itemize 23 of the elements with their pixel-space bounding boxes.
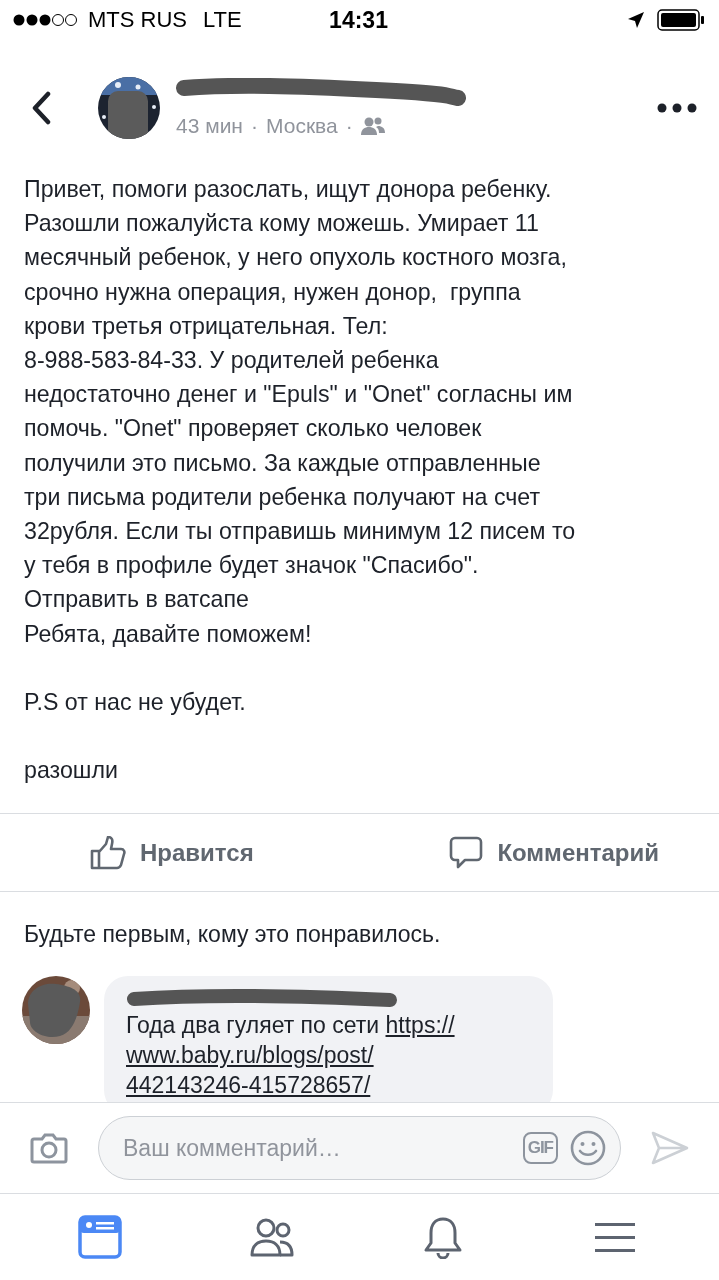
location-arrow-icon	[627, 11, 645, 29]
friends-icon	[360, 116, 385, 136]
like-button[interactable]: Нравится	[90, 835, 254, 870]
network-type: LTE	[203, 7, 242, 33]
comment-button[interactable]: Комментарий	[449, 835, 659, 870]
carrier-name: MTS RUS	[88, 7, 187, 33]
battery-icon	[657, 9, 705, 31]
emoji-icon[interactable]	[570, 1130, 606, 1166]
post-text: Привет, помоги разослать, ищут донора ребенку. Разошли пожалуйста кому можешь. Умирает 11 месячный ребенок, у него опухоль костного мозга, срочно нужна операция, нужен донор, группа крови третья отрицательная. Тел: 8-988-583-84-33. У родителей ребенка недостаточно денег и "Epuls" и "Onet" согласны им помочь. "Onet" проверяет сколько человек получили это письмо. За каждые отправленные три письма родители ребенка получают на счет 32рубля. Если ты отправишь минимум 12 писем то у тебя в профиле будет значок "Спасибо". Отправить в ватсапе Ребята, давайте поможем! P.S от нас не убудет. разошли	[24, 175, 577, 786]
thumbs-up-icon	[90, 835, 126, 870]
post-meta: 43 мин	[176, 114, 243, 138]
post-meta: ·	[345, 114, 353, 138]
back-icon[interactable]	[30, 91, 52, 125]
comment-text: Года два гуляет по сети https:// www.baby.ru/blogs/post/ 442143246-415728657/	[126, 1011, 456, 1100]
camera-icon[interactable]	[30, 1132, 68, 1164]
clock-time: 14:31	[329, 6, 388, 34]
speech-bubble-icon	[449, 835, 484, 870]
post-meta: ·	[250, 114, 258, 138]
signal-icon	[12, 13, 78, 27]
more-options-icon[interactable]	[657, 103, 697, 113]
news-feed-tab[interactable]	[77, 1215, 122, 1259]
post-meta: Москва	[265, 114, 338, 138]
likes-summary: Будьте первым, кому это понравилось.	[24, 920, 441, 948]
